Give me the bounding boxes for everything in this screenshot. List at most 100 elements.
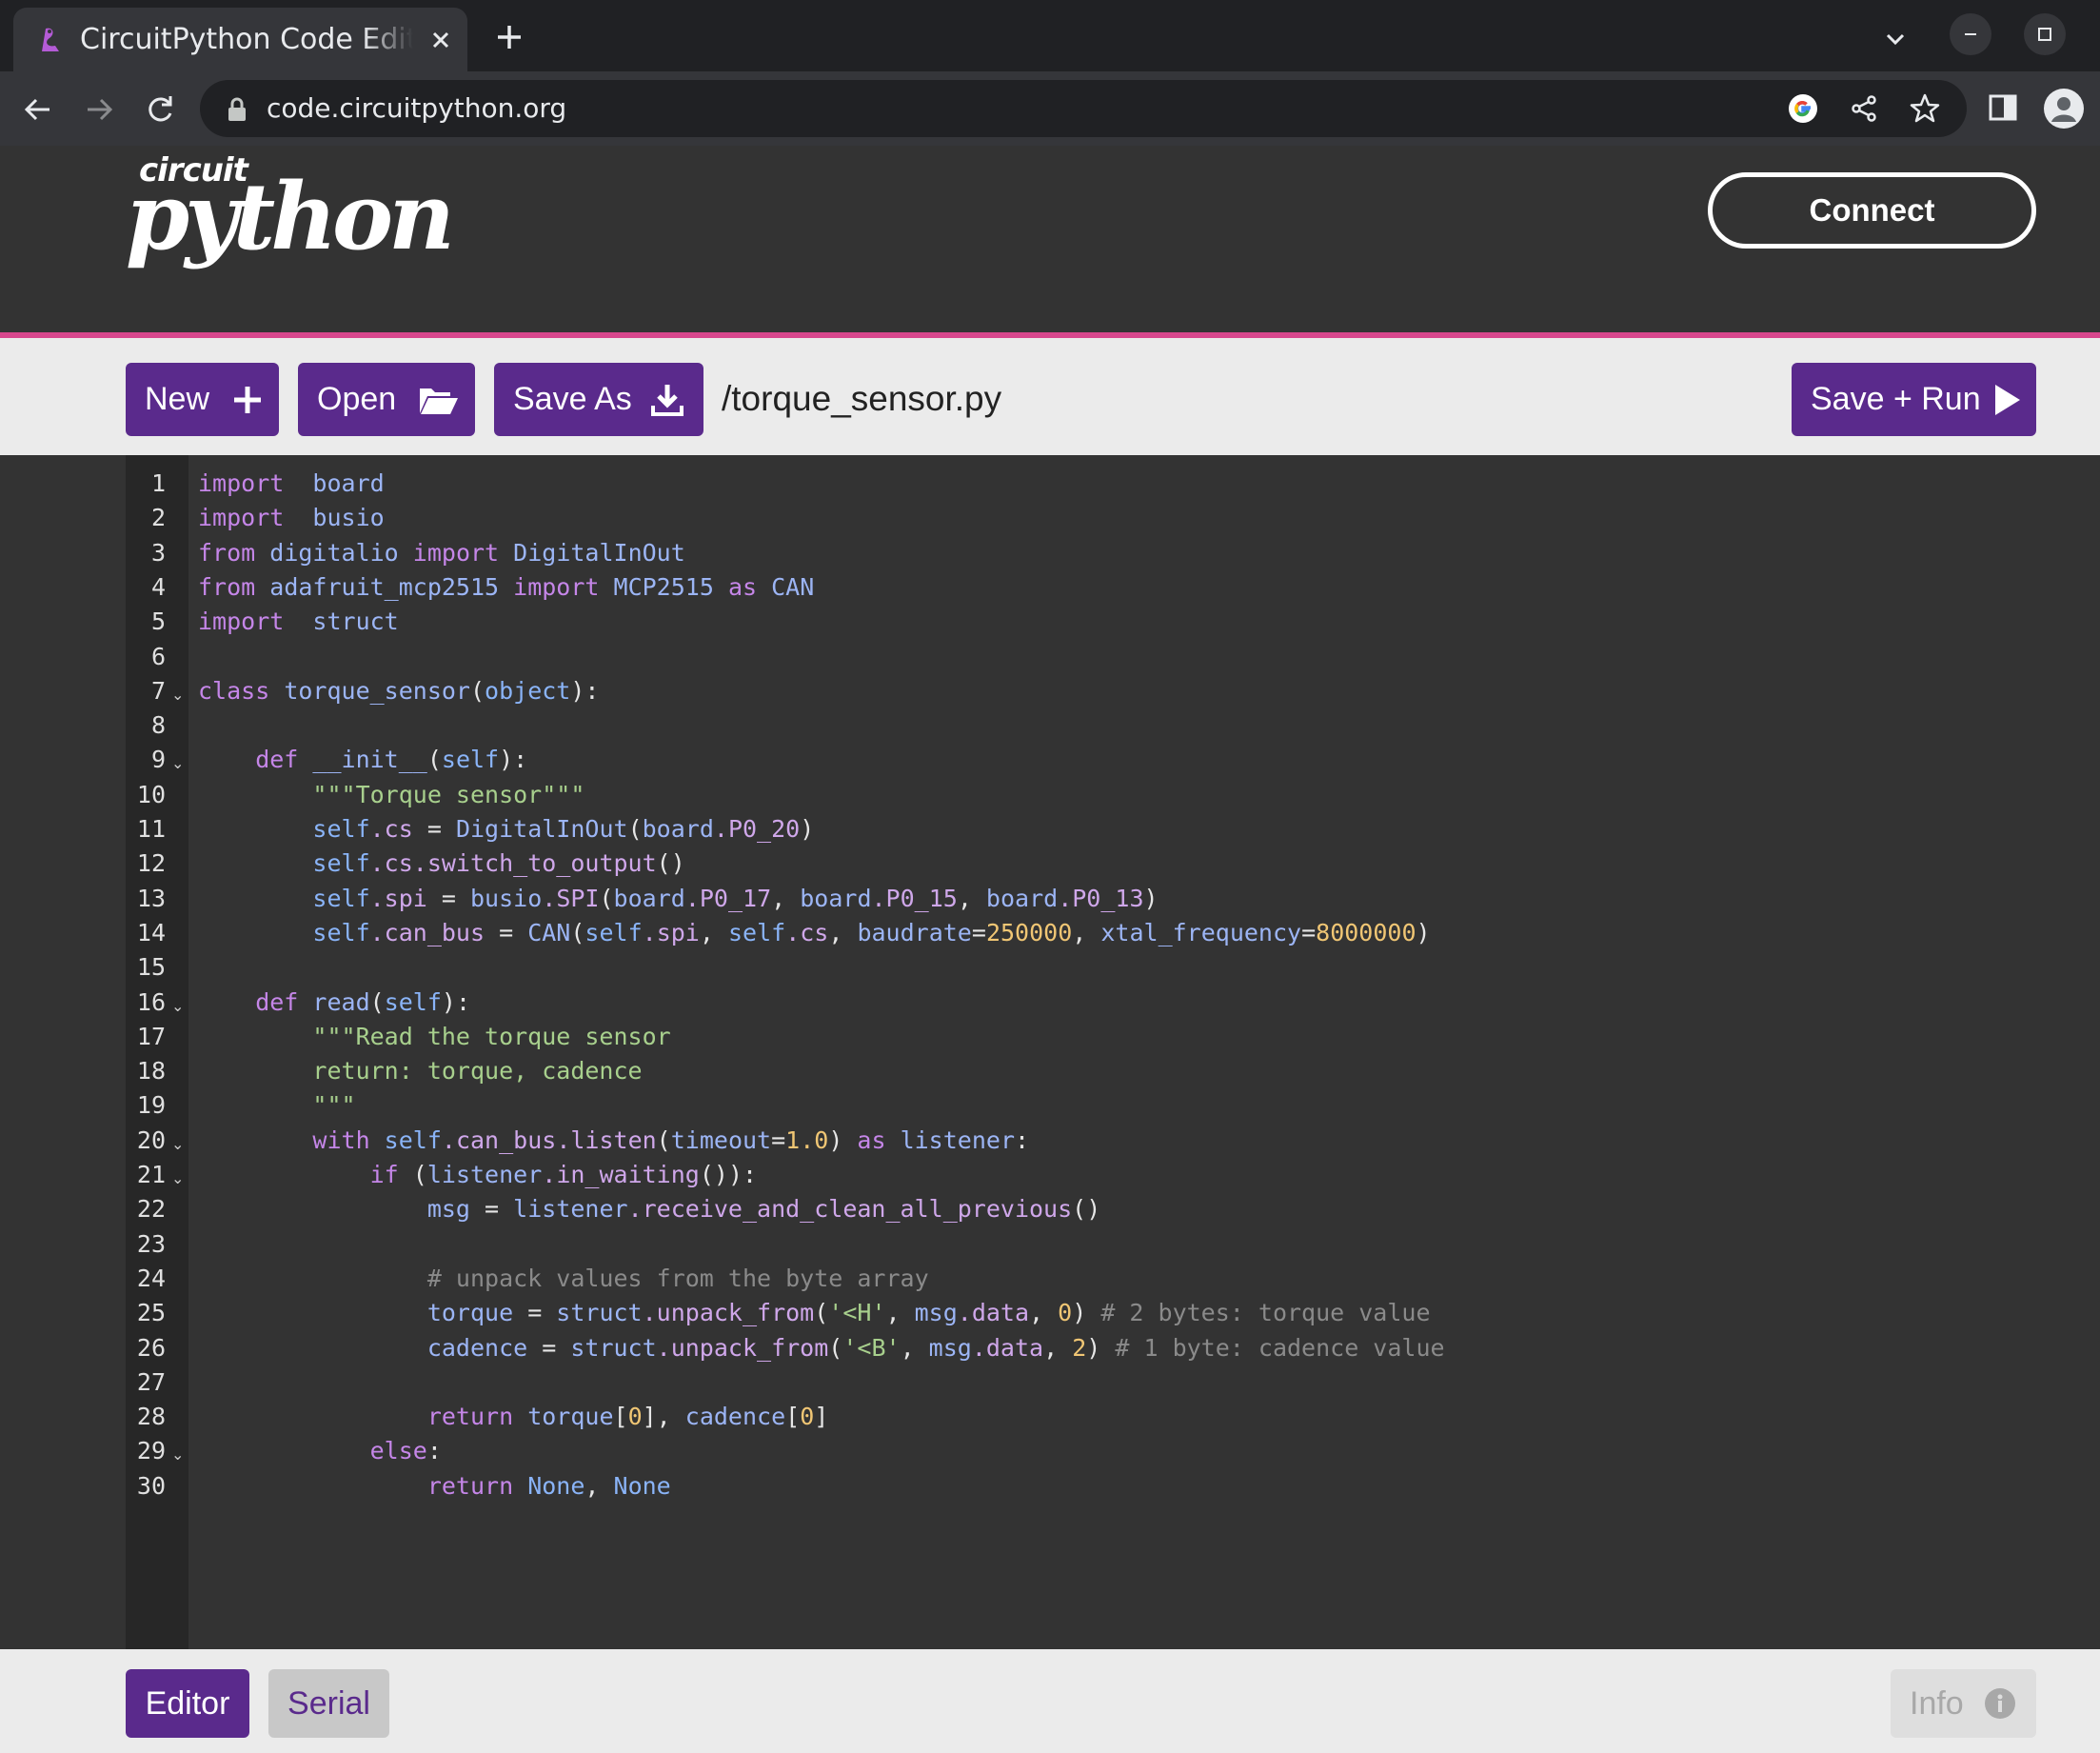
connect-button[interactable]: Connect — [1708, 172, 2036, 249]
tab-serial[interactable]: Serial — [268, 1669, 389, 1738]
code-line[interactable]: import busio — [198, 501, 385, 535]
line-number: 9 — [150, 746, 166, 774]
line-number: 23 — [136, 1229, 166, 1258]
info-icon — [1985, 1688, 2015, 1719]
share-icon[interactable] — [1847, 91, 1881, 126]
line-number: 22 — [136, 1195, 166, 1224]
info-button[interactable]: Info — [1891, 1669, 2036, 1738]
fold-toggle-icon[interactable]: ⌄ — [171, 1438, 184, 1472]
line-number: 14 — [136, 918, 166, 946]
new-file-button[interactable]: New — [126, 363, 279, 436]
line-number: 27 — [136, 1367, 166, 1396]
line-number: 18 — [136, 1057, 166, 1086]
code-line[interactable]: from adafruit_mcp2515 import MCP2515 as … — [198, 570, 814, 605]
code-editor[interactable]: 1 import board 2 import busio 3 from digitali… — [0, 455, 2100, 1649]
line-number: 16 — [136, 987, 166, 1016]
code-line[interactable]: # unpack values from the byte array — [198, 1262, 929, 1296]
logo-python-text: python — [126, 163, 455, 270]
code-line[interactable]: self.cs.switch_to_output() — [198, 847, 684, 881]
code-line[interactable]: return None, None — [198, 1469, 671, 1504]
bookmark-star-icon[interactable] — [1908, 91, 1942, 126]
code-line[interactable]: return torque[0], cadence[0] — [198, 1400, 829, 1434]
line-number: 25 — [136, 1299, 166, 1327]
download-icon — [651, 385, 683, 416]
current-filename: /torque_sensor.py — [722, 379, 1002, 418]
code-line[interactable]: self.cs = DigitalInOut(board.P0_20) — [198, 812, 814, 847]
fold-toggle-icon[interactable]: ⌄ — [171, 989, 184, 1024]
code-line[interactable]: import struct — [198, 605, 399, 639]
circuitpython-logo: circuit python — [124, 146, 455, 269]
site-header: circuit python Connect — [0, 146, 2100, 338]
fold-toggle-icon[interactable]: ⌄ — [171, 747, 184, 781]
new-tab-icon[interactable] — [493, 21, 525, 53]
code-line[interactable]: return: torque, cadence — [198, 1054, 642, 1088]
line-number: 8 — [150, 711, 166, 740]
line-number: 21 — [136, 1161, 166, 1188]
line-number: 5 — [150, 608, 166, 636]
save-run-label: Save + Run — [1811, 381, 1981, 417]
close-tab-icon[interactable] — [425, 24, 457, 56]
line-number: 13 — [136, 884, 166, 912]
line-number: 28 — [136, 1403, 166, 1431]
code-line[interactable]: def __init__(self): — [198, 743, 527, 777]
code-line[interactable]: msg = listener.receive_and_clean_all_pre… — [198, 1192, 1100, 1226]
google-icon[interactable] — [1786, 91, 1820, 126]
fold-toggle-icon[interactable]: ⌄ — [171, 1127, 184, 1162]
back-arrow-icon[interactable] — [19, 90, 57, 129]
save-as-button[interactable]: Save As — [494, 363, 703, 436]
line-number: 15 — [136, 953, 166, 982]
open-file-button[interactable]: Open — [298, 363, 475, 436]
url-text[interactable]: code.circuitpython.org — [267, 90, 566, 128]
code-line[interactable]: import board — [198, 467, 385, 501]
minimize-icon — [1965, 33, 1976, 35]
lock-icon[interactable] — [227, 97, 248, 122]
folder-open-icon — [420, 388, 458, 414]
code-line[interactable]: with self.can_bus.listen(timeout=1.0) as… — [198, 1124, 1029, 1158]
line-number: 19 — [136, 1091, 166, 1120]
line-number: 6 — [150, 642, 166, 670]
tab-editor[interactable]: Editor — [126, 1669, 249, 1738]
tab-title: CircuitPython Code Editor — [80, 23, 413, 56]
line-number: 2 — [150, 504, 166, 532]
fold-toggle-icon[interactable]: ⌄ — [171, 678, 184, 712]
maximize-icon — [2038, 28, 2051, 41]
side-panel-icon[interactable] — [1986, 90, 2020, 125]
forward-arrow-icon[interactable] — [80, 90, 118, 129]
play-icon — [1995, 385, 2020, 415]
save-run-button[interactable]: Save + Run — [1792, 363, 2036, 436]
line-number: 17 — [136, 1022, 166, 1050]
code-line[interactable]: from digitalio import DigitalInOut — [198, 536, 685, 570]
code-line[interactable]: cadence = struct.unpack_from('<B', msg.d… — [198, 1331, 1445, 1365]
line-number: 12 — [136, 849, 166, 878]
new-label: New — [145, 381, 210, 417]
line-number: 20 — [136, 1126, 166, 1154]
line-number: 11 — [136, 815, 166, 843]
browser-tab[interactable]: CircuitPython Code Editor — [13, 8, 467, 71]
code-line[interactable]: """ — [198, 1088, 355, 1123]
browser-toolbar: code.circuitpython.org — [0, 71, 2100, 146]
line-number: 29 — [136, 1437, 166, 1465]
profile-avatar-icon[interactable] — [2043, 88, 2085, 129]
line-number: 1 — [150, 469, 166, 497]
address-bar[interactable]: code.circuitpython.org — [200, 80, 1967, 137]
circuitpython-favicon-icon — [42, 28, 59, 51]
chevron-down-icon[interactable] — [1879, 23, 1912, 55]
maximize-window-button[interactable] — [2024, 13, 2066, 55]
code-line[interactable]: else: — [198, 1434, 442, 1468]
line-number: 7 — [150, 676, 166, 705]
code-line[interactable]: def read(self): — [198, 986, 470, 1020]
reload-icon[interactable] — [141, 90, 179, 129]
code-line[interactable]: class torque_sensor(object): — [198, 674, 599, 708]
code-line[interactable]: self.spi = busio.SPI(board.P0_17, board.… — [198, 882, 1158, 916]
footer-bar: Editor Serial Info — [0, 1649, 2100, 1753]
fold-toggle-icon[interactable]: ⌄ — [171, 1162, 184, 1196]
info-label: Info — [1910, 1685, 1964, 1722]
code-line[interactable]: torque = struct.unpack_from('<H', msg.da… — [198, 1296, 1431, 1330]
code-line[interactable]: """Torque sensor""" — [198, 778, 584, 812]
line-number: 4 — [150, 572, 166, 601]
code-line[interactable]: if (listener.in_waiting()): — [198, 1158, 757, 1192]
code-line[interactable]: """Read the torque sensor — [198, 1020, 670, 1054]
line-number: 26 — [136, 1333, 166, 1362]
code-line[interactable]: self.can_bus = CAN(self.spi, self.cs, ba… — [198, 916, 1430, 950]
minimize-window-button[interactable] — [1950, 13, 1991, 55]
